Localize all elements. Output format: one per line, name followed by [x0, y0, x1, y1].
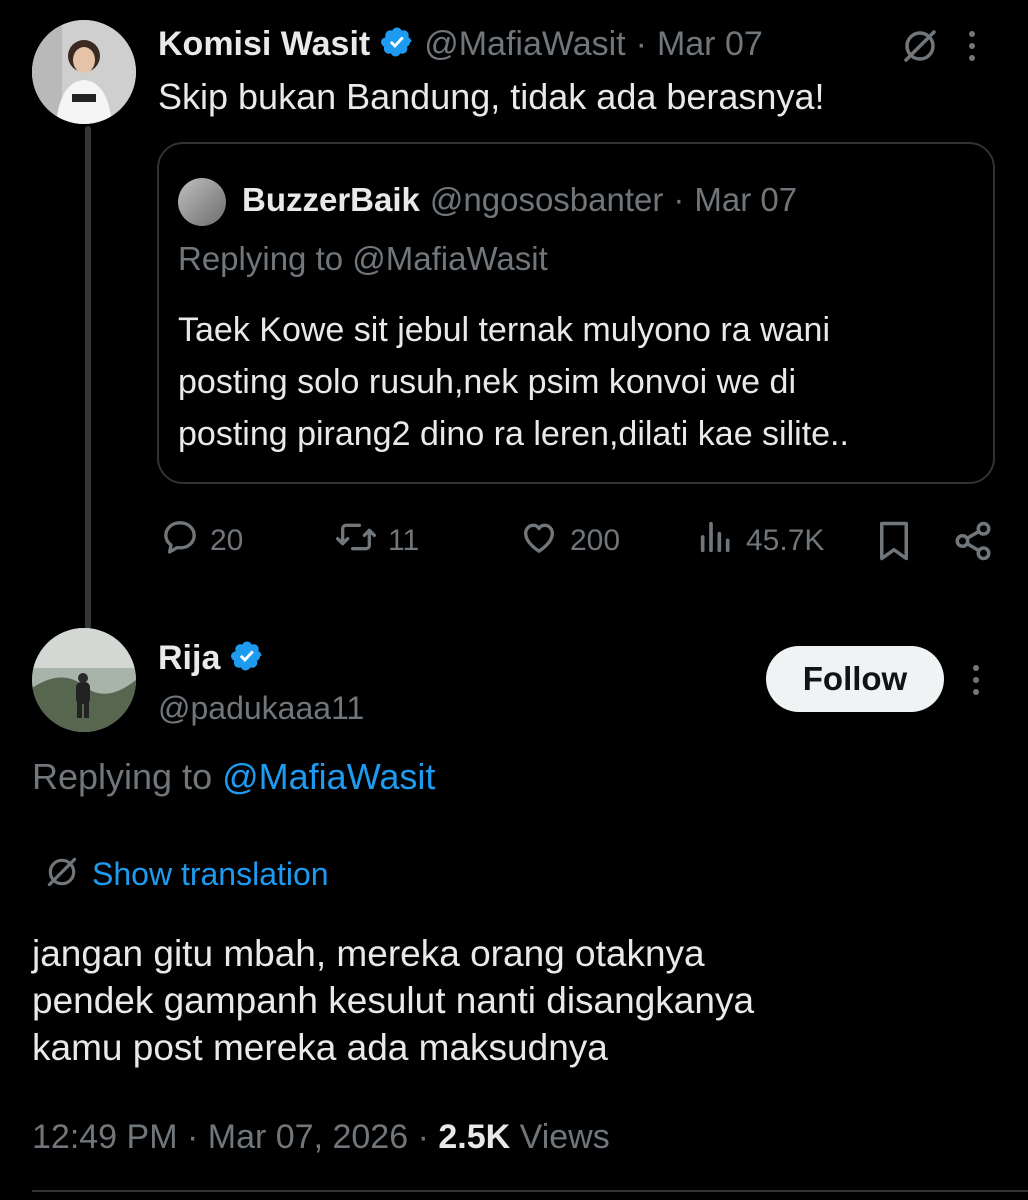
no-translate-icon	[900, 26, 940, 71]
buzzerbaik-avatar[interactable]	[178, 178, 226, 226]
verified-badge-icon	[230, 639, 264, 678]
dot-separator: ·	[186, 1118, 199, 1156]
reply-meta-row: 12:49 PM · Mar 07, 2026 · 2.5K Views	[32, 1118, 610, 1157]
follow-button[interactable]: Follow	[766, 646, 944, 712]
reply-text-line: kamu post mereka ada maksudnya	[32, 1027, 608, 1068]
quote-author-handle[interactable]: @ngososbanter	[430, 181, 663, 219]
quote-text: Taek Kowe sit jebul ternak mulyono ra wa…	[178, 304, 849, 460]
replying-handle: @MafiaWasit	[352, 240, 548, 277]
reply-views-label: Views	[519, 1118, 610, 1156]
show-translation-link[interactable]: Show translation	[44, 854, 329, 895]
like-icon	[518, 517, 560, 565]
dot-separator: ·	[417, 1118, 429, 1156]
dot-separator: ·	[635, 24, 647, 63]
reply-text-line: jangan gitu mbah, mereka orang otaknya	[32, 933, 705, 974]
rija-avatar[interactable]	[32, 628, 136, 732]
komisi-wasit-avatar[interactable]	[32, 20, 136, 124]
reply-author-handle[interactable]: @padukaaa11	[158, 690, 364, 727]
views-action[interactable]: 45.7K	[696, 520, 824, 562]
thread-connector-line	[85, 126, 91, 630]
reply-full-date[interactable]: Mar 07, 2026	[208, 1118, 408, 1156]
author-name[interactable]: Komisi Wasit	[158, 25, 370, 64]
dot-separator: ·	[673, 181, 685, 218]
quote-date: Mar 07	[694, 181, 798, 218]
replying-prefix: Replying to	[178, 240, 344, 277]
verified-badge-icon	[380, 25, 414, 64]
reply-action[interactable]: 20	[160, 520, 243, 562]
reply-replying-to: Replying to @MafiaWasit	[32, 756, 435, 798]
reply-author-row: Rija	[158, 636, 264, 680]
like-count: 200	[570, 524, 621, 557]
divider	[32, 1190, 1028, 1192]
like-action[interactable]: 200	[518, 520, 620, 562]
tweet-date[interactable]: Mar 07	[657, 25, 763, 64]
views-icon	[696, 517, 736, 565]
author-handle[interactable]: @MafiaWasit	[424, 25, 625, 64]
no-translate-icon	[44, 854, 80, 895]
reply-text: jangan gitu mbah, mereka orang otaknya p…	[32, 930, 754, 1071]
share-icon[interactable]	[952, 520, 994, 567]
tweet-text: Skip bukan Bandung, tidak ada berasnya!	[158, 76, 825, 117]
bookmark-icon[interactable]	[876, 520, 912, 567]
reply-views-count: 2.5K	[438, 1118, 511, 1156]
quote-author-name[interactable]: BuzzerBaik	[242, 181, 420, 219]
repost-count: 11	[388, 524, 420, 557]
replying-prefix: Replying to	[32, 756, 213, 797]
quote-header: BuzzerBaik @ngososbanter · Mar 07	[242, 178, 797, 222]
quote-text-line: posting solo rusuh,nek psim konvoi we di	[178, 363, 796, 401]
reply-icon	[160, 517, 200, 565]
reply-time[interactable]: 12:49 PM	[32, 1118, 178, 1156]
quote-text-line: posting pirang2 dino ra leren,dilati kae…	[178, 415, 849, 453]
repost-icon	[334, 517, 378, 565]
more-icon[interactable]	[962, 26, 982, 71]
views-count: 45.7K	[746, 524, 825, 557]
show-translation-label[interactable]: Show translation	[92, 856, 329, 893]
more-icon[interactable]	[966, 660, 986, 705]
reply-count: 20	[210, 524, 244, 557]
reply-text-line: pendek gampanh kesulut nanti disangkanya	[32, 980, 755, 1021]
replying-handle-link[interactable]: @MafiaWasit	[222, 756, 435, 797]
quote-text-line: Taek Kowe sit jebul ternak mulyono ra wa…	[178, 311, 830, 349]
repost-action[interactable]: 11	[334, 520, 419, 562]
quote-replying-to: Replying to @MafiaWasit	[178, 240, 548, 278]
reply-author-name[interactable]: Rija	[158, 639, 220, 678]
tweet-header: Komisi Wasit @MafiaWasit · Mar 07	[158, 22, 763, 66]
